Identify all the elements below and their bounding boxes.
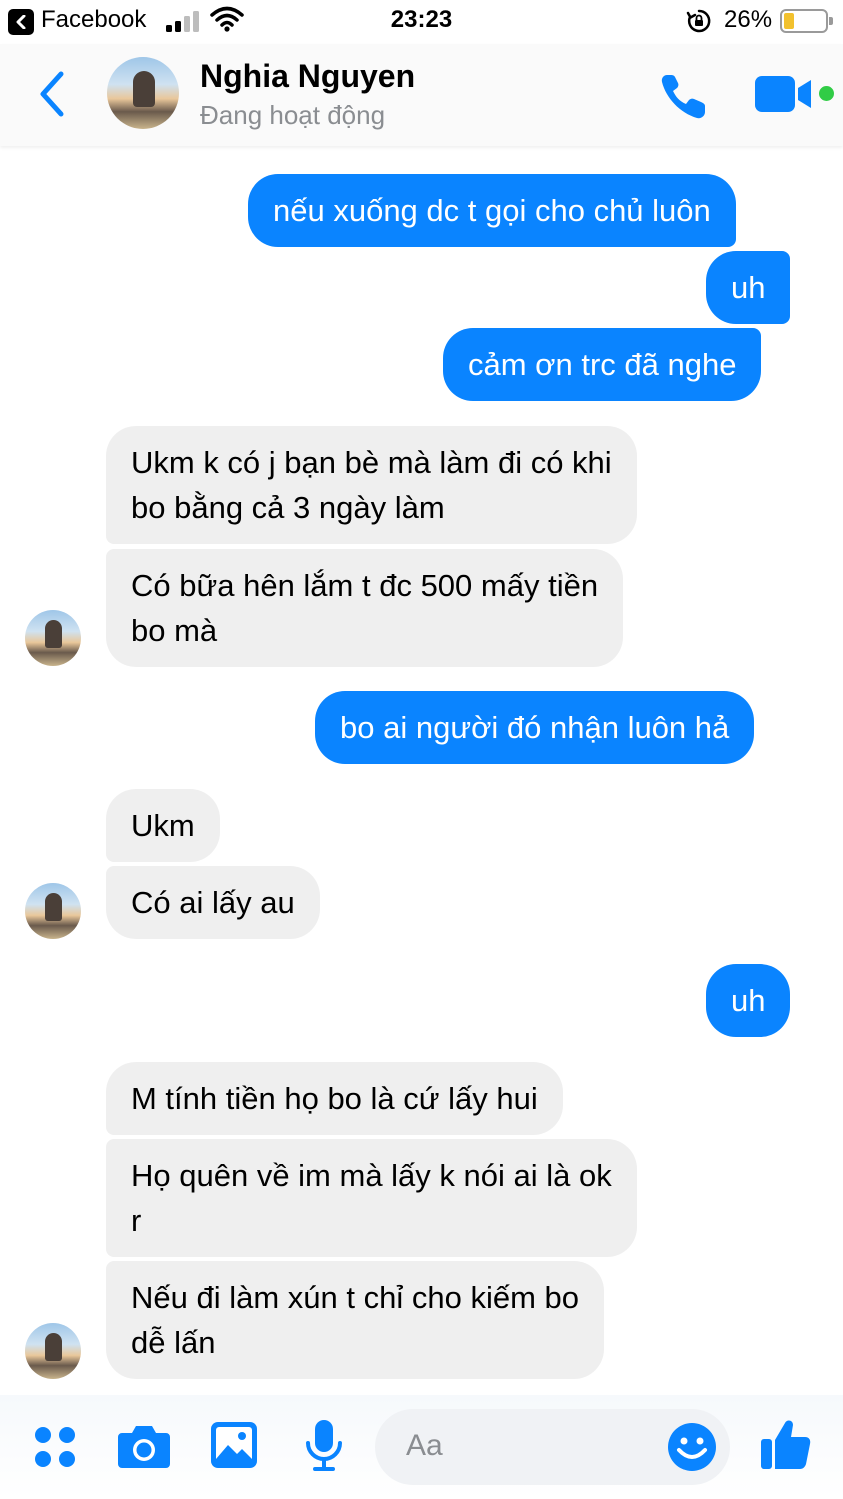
message-text-line: bo mà — [131, 613, 218, 648]
incoming-message[interactable]: Có bữa hên lắm t đc 500 mấy tiền bo mà — [106, 549, 624, 667]
outgoing-message[interactable]: bo ai người đó nhận luôn hả — [315, 691, 755, 764]
gallery-icon[interactable] — [210, 1421, 258, 1469]
online-status-dot — [819, 86, 834, 101]
status-bar: Facebook 23:23 26% — [0, 0, 843, 44]
message-text: bo ai người đó nhận luôn hả — [340, 710, 730, 745]
battery-percent: 26% — [724, 6, 773, 33]
sender-avatar[interactable] — [25, 883, 81, 939]
message-input-placeholder: Aa — [406, 1429, 443, 1462]
message-input[interactable]: Aa — [375, 1409, 730, 1485]
message-text-line: bo bằng cả 3 ngày làm — [131, 490, 445, 525]
video-call-icon[interactable] — [754, 74, 816, 114]
contact-name[interactable]: Nghia Nguyen — [200, 58, 415, 95]
incoming-message[interactable]: Có ai lấy au — [106, 866, 320, 939]
outgoing-message[interactable]: uh — [706, 964, 791, 1037]
outgoing-message[interactable]: nếu xuống dc t gọi cho chủ luôn — [248, 174, 736, 247]
back-button[interactable] — [30, 68, 74, 120]
camera-icon[interactable] — [117, 1423, 171, 1469]
emoji-icon[interactable] — [667, 1422, 717, 1472]
phone-call-icon[interactable] — [658, 70, 710, 122]
message-text: nếu xuống dc t gọi cho chủ luôn — [273, 193, 711, 228]
message-text: cảm ơn trc đã nghe — [468, 347, 737, 382]
battery-icon — [780, 9, 833, 33]
conversation-header: Nghia Nguyen Đang hoạt động — [0, 44, 843, 146]
message-text-line: r — [131, 1203, 142, 1238]
message-text-line: Ukm k có j bạn bè mà làm đi có khi — [131, 445, 612, 480]
contact-avatar[interactable] — [107, 57, 179, 129]
message-text: uh — [731, 270, 766, 305]
clock: 23:23 — [390, 6, 453, 33]
message-text-line: Họ quên về im mà lấy k nói ai là ok — [131, 1158, 612, 1193]
rotation-lock-icon — [686, 9, 711, 33]
message-text-line: Nếu đi làm xún t chỉ cho kiếm bo — [131, 1280, 579, 1315]
message-text: M tính tiền họ bo là cứ lấy hui — [131, 1081, 538, 1116]
composer-bar: Aa — [0, 1395, 843, 1499]
message-text: Ukm — [131, 808, 195, 843]
message-text-line: dễ lấn — [131, 1325, 216, 1360]
sender-avatar[interactable] — [25, 610, 81, 666]
incoming-message[interactable]: M tính tiền họ bo là cứ lấy hui — [106, 1062, 563, 1135]
outgoing-message[interactable]: uh — [706, 251, 791, 324]
apps-icon[interactable] — [33, 1425, 77, 1469]
message-text-line: Có bữa hên lắm t đc 500 mấy tiền — [131, 568, 599, 603]
message-text: uh — [731, 983, 766, 1018]
message-text: Có ai lấy au — [131, 885, 295, 920]
microphone-icon[interactable] — [304, 1419, 344, 1473]
incoming-message[interactable]: Ukm k có j bạn bè mà làm đi có khi bo bằ… — [106, 426, 637, 544]
incoming-message[interactable]: Nếu đi làm xún t chỉ cho kiếm bo dễ lấn — [106, 1261, 604, 1379]
contact-status: Đang hoạt động — [200, 100, 386, 130]
outgoing-message[interactable]: cảm ơn trc đã nghe — [443, 328, 762, 401]
incoming-message[interactable]: Họ quên về im mà lấy k nói ai là ok r — [106, 1139, 637, 1257]
thumbs-up-icon[interactable] — [760, 1417, 812, 1471]
sender-avatar[interactable] — [25, 1323, 81, 1379]
incoming-message[interactable]: Ukm — [106, 789, 220, 862]
